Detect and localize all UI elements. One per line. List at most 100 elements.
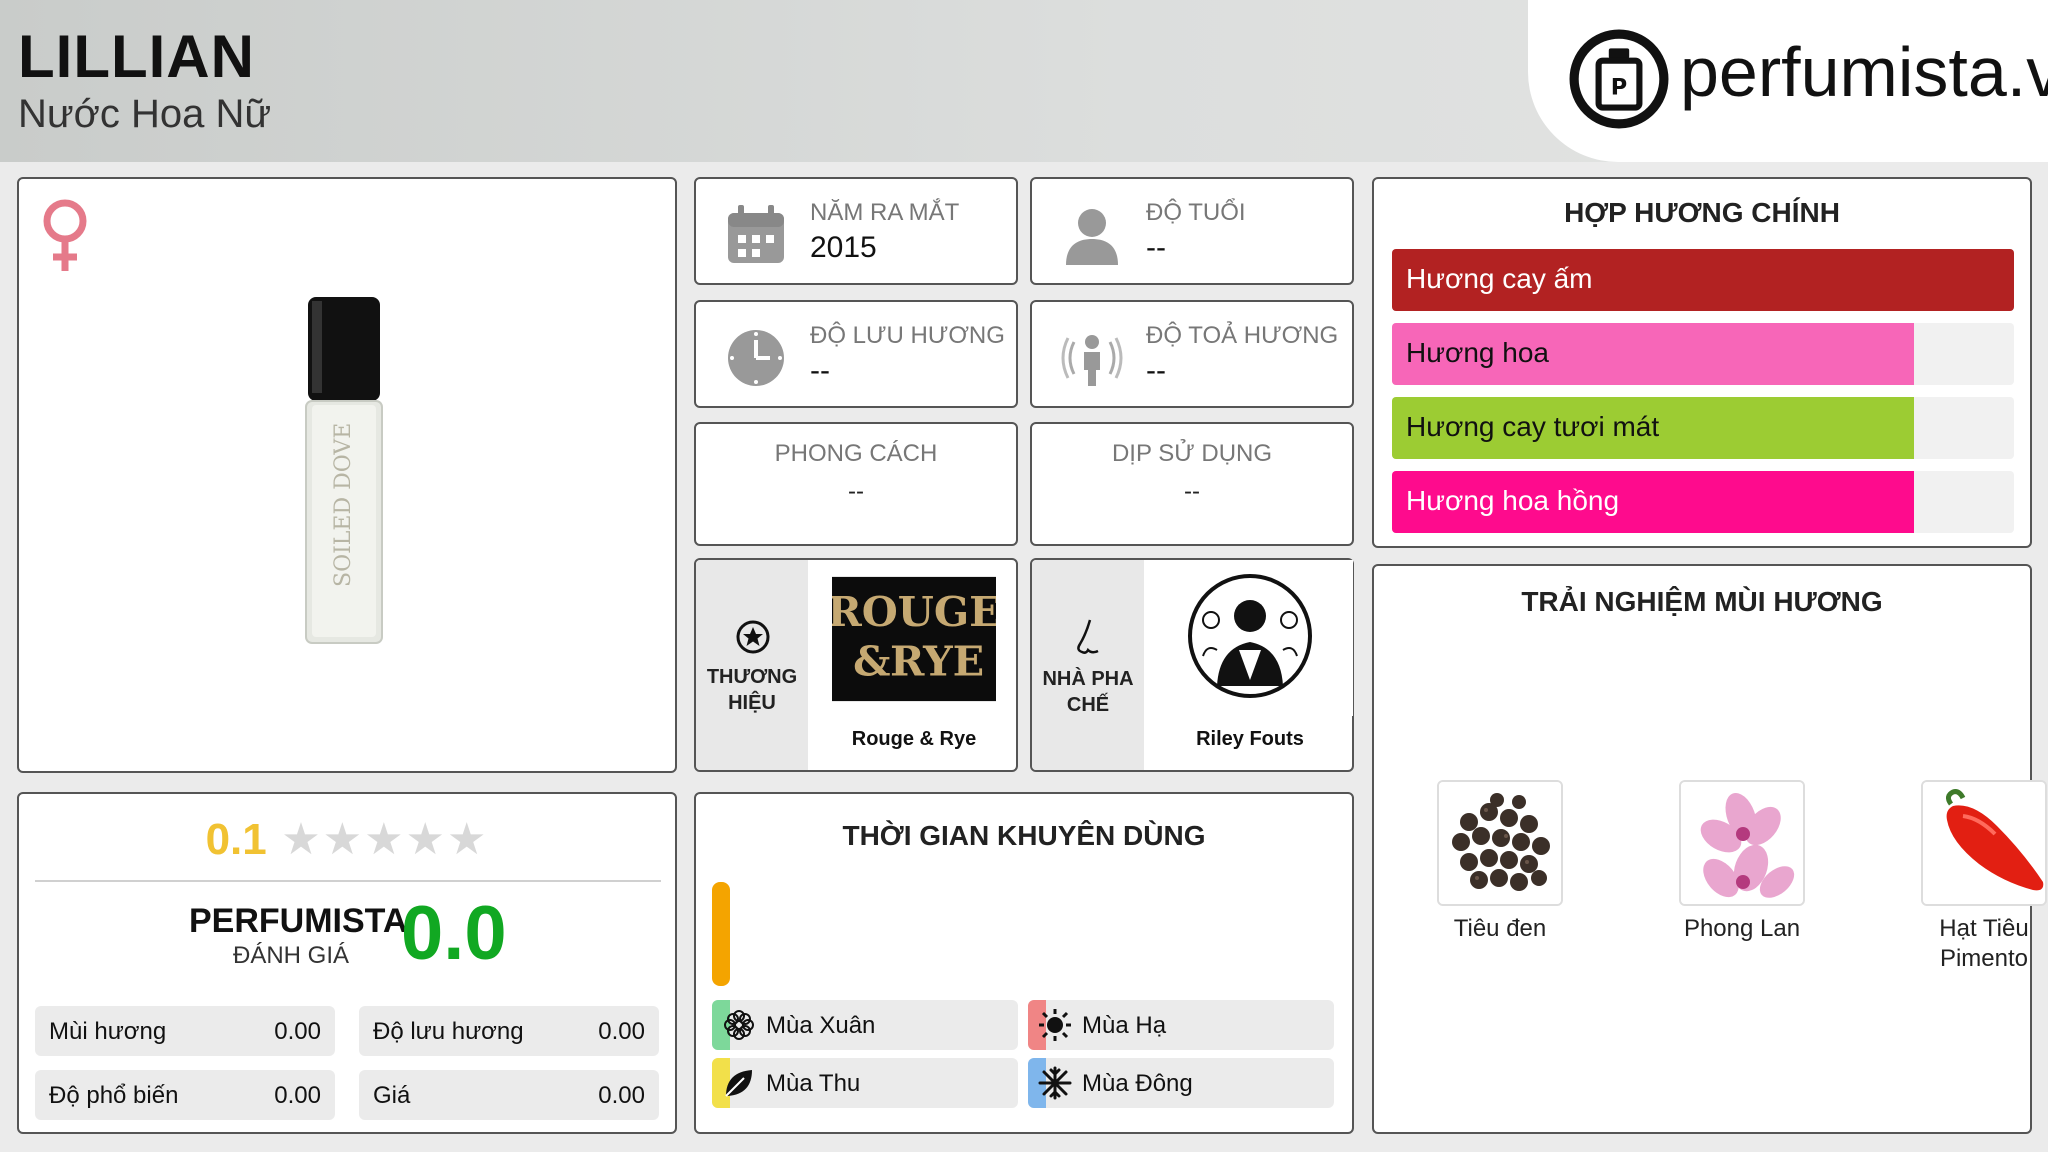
bottle-label: SOILED DOVE <box>331 423 356 587</box>
longevity-value: -- <box>810 354 830 387</box>
sillage-label: ĐỘ TOẢ HƯƠNG <box>1146 322 1339 349</box>
notes-card: TRẢI NGHIỆM MÙI HƯƠNG Tiêu đen Phong Lan… <box>1372 564 2047 1134</box>
brand-label: THƯƠNG HIỆU <box>706 666 798 714</box>
perfumer-label: NHÀ PHA CHẾ <box>1042 668 1134 716</box>
age-label: ĐỘ TUỔI <box>1146 199 1246 226</box>
perfumista-label: PERFUMISTA <box>189 902 408 940</box>
star-badge-icon <box>736 620 770 654</box>
black-pepper-image <box>1439 782 1561 904</box>
launch-year-card: NĂM RA MẮT 2015 <box>694 177 1018 285</box>
style-card: PHONG CÁCH -- <box>694 422 1018 546</box>
launch-year-label: NĂM RA MẮT <box>810 199 960 226</box>
season-autumn[interactable]: Mùa Thu <box>712 1058 1018 1108</box>
sillage-value: -- <box>1146 354 1166 387</box>
accord-bar: Hương cay ấm <box>1392 249 2014 311</box>
snowflake-icon <box>1038 1066 1072 1100</box>
note-image <box>1679 780 1805 906</box>
season-label: Mùa Thu <box>766 1070 861 1097</box>
note-black-pepper[interactable]: Tiêu đen <box>1410 780 1590 944</box>
note-orchid[interactable]: Phong Lan <box>1652 780 1832 944</box>
accord-label: Hương hoa <box>1406 337 1549 368</box>
stat-value: 0.00 <box>274 1082 321 1109</box>
product-subtitle: Nước Hoa Nữ <box>18 92 272 136</box>
user-score: 0.1 <box>205 814 267 864</box>
female-icon <box>43 199 87 271</box>
age-card: ĐỘ TUỔI -- <box>1030 177 1354 285</box>
brand-logo-image[interactable]: ROUGE & RYE <box>832 562 996 716</box>
accord-bar: Hương cay tươi mát <box>1392 397 2014 459</box>
product-title: LILLIAN <box>18 23 255 90</box>
brand-card[interactable]: THƯƠNG HIỆU ROUGE & RYE Rouge & Rye <box>694 558 1018 772</box>
user-rating: 0.1 ★★★★★ <box>19 814 675 874</box>
perfumer-side-panel <box>1032 560 1144 770</box>
perfumista-score: 0.0 <box>401 891 507 976</box>
seasons-title: THỜI GIAN KHUYÊN DÙNG <box>842 820 1206 851</box>
note-pimento[interactable]: Hạt Tiêu Pimento <box>1894 780 2048 974</box>
brand-name[interactable]: Rouge & Rye <box>808 728 1020 751</box>
stat-value: 0.00 <box>598 1082 645 1109</box>
stat-label: Mùi hương <box>49 1018 167 1045</box>
stat-label: Độ phổ biến <box>49 1082 179 1109</box>
occasion-value: -- <box>1184 478 1200 505</box>
site-logo[interactable]: P perfumista.vn <box>1528 0 2048 162</box>
sillage-card: ĐỘ TOẢ HƯƠNG -- <box>1030 300 1354 408</box>
product-image-card: SOILED DOVE <box>17 177 677 773</box>
season-indicator-bar <box>712 882 730 986</box>
note-label: Tiêu đen <box>1453 915 1547 942</box>
leaf-icon <box>725 1070 752 1097</box>
season-summer[interactable]: Mùa Hạ <box>1028 1000 1334 1050</box>
perfumer-card[interactable]: NHÀ PHA CHẾ Riley Fouts <box>1030 558 1354 772</box>
pimento-image <box>1923 782 2045 904</box>
note-label: Hạt Tiêu Pimento <box>1939 915 2029 972</box>
age-value: -- <box>1146 231 1166 264</box>
note-image <box>1437 780 1563 906</box>
orchid-image <box>1681 782 1803 904</box>
perfumer-name[interactable]: Riley Fouts <box>1144 728 1356 751</box>
season-label: Mùa Xuân <box>766 1012 876 1039</box>
stat-value: 0.00 <box>274 1018 321 1045</box>
note-label: Phong Lan <box>1683 915 1801 942</box>
accord-bar: Hương hoa hồng <box>1392 471 2014 533</box>
clock-icon <box>728 330 784 386</box>
sun-icon <box>1039 1009 1071 1041</box>
season-winter[interactable]: Mùa Đông <box>1028 1058 1334 1108</box>
sillage-icon <box>1061 335 1123 386</box>
site-name: perfumista.vn <box>1680 33 2048 111</box>
stat-longevity: Độ lưu hương 0.00 <box>359 1006 659 1056</box>
stat-scent: Mùi hương 0.00 <box>35 1006 335 1056</box>
accord-bar: Hương hoa <box>1392 323 2014 385</box>
launch-year-value: 2015 <box>810 231 877 264</box>
longevity-label: ĐỘ LƯU HƯƠNG <box>810 322 1005 349</box>
perfume-logo-icon: P <box>1569 29 1669 129</box>
divider <box>35 880 661 882</box>
svg-text:RYE: RYE <box>890 637 984 686</box>
longevity-card: ĐỘ LƯU HƯƠNG -- <box>694 300 1018 408</box>
perfumer-avatar[interactable] <box>1144 560 1356 716</box>
svg-text:&: & <box>853 637 890 686</box>
stat-value: 0.00 <box>598 1018 645 1045</box>
season-spring[interactable]: Mùa Xuân <box>712 1000 1018 1050</box>
product-bottle-image: SOILED DOVE <box>305 297 383 644</box>
rating-card: 0.1 ★★★★★ PERFUMISTA ĐÁNH GIÁ 0.0 Mùi hư… <box>17 792 677 1134</box>
svg-text:ROUGE: ROUGE <box>832 587 996 636</box>
header: LILLIAN Nước Hoa Nữ P perfumista.vn <box>0 0 2048 162</box>
season-label: Mùa Hạ <box>1082 1012 1167 1039</box>
calendar-icon <box>728 205 784 263</box>
stat-price: Giá 0.00 <box>359 1070 659 1120</box>
accord-label: Hương hoa hồng <box>1406 485 1620 516</box>
style-value: -- <box>848 478 864 505</box>
nose-icon <box>1077 619 1099 654</box>
stat-label: Độ lưu hương <box>373 1018 524 1045</box>
flower-icon <box>724 1010 754 1040</box>
stat-label: Giá <box>373 1082 411 1109</box>
note-image <box>1921 780 2047 906</box>
accords-title: HỢP HƯƠNG CHÍNH <box>1564 197 1840 228</box>
season-label: Mùa Đông <box>1082 1070 1193 1097</box>
seasons-card: THỜI GIAN KHUYÊN DÙNG Mùa Xuân Mùa Hạ Mù… <box>694 792 1354 1134</box>
accord-label: Hương cay ấm <box>1406 263 1593 294</box>
occasion-card: DỊP SỬ DỤNG -- <box>1030 422 1354 546</box>
notes-title: TRẢI NGHIỆM MÙI HƯƠNG <box>1521 586 1883 617</box>
star-rating[interactable]: ★★★★★ <box>281 814 488 865</box>
accord-label: Hương cay tươi mát <box>1406 411 1660 442</box>
person-icon <box>1066 209 1118 265</box>
